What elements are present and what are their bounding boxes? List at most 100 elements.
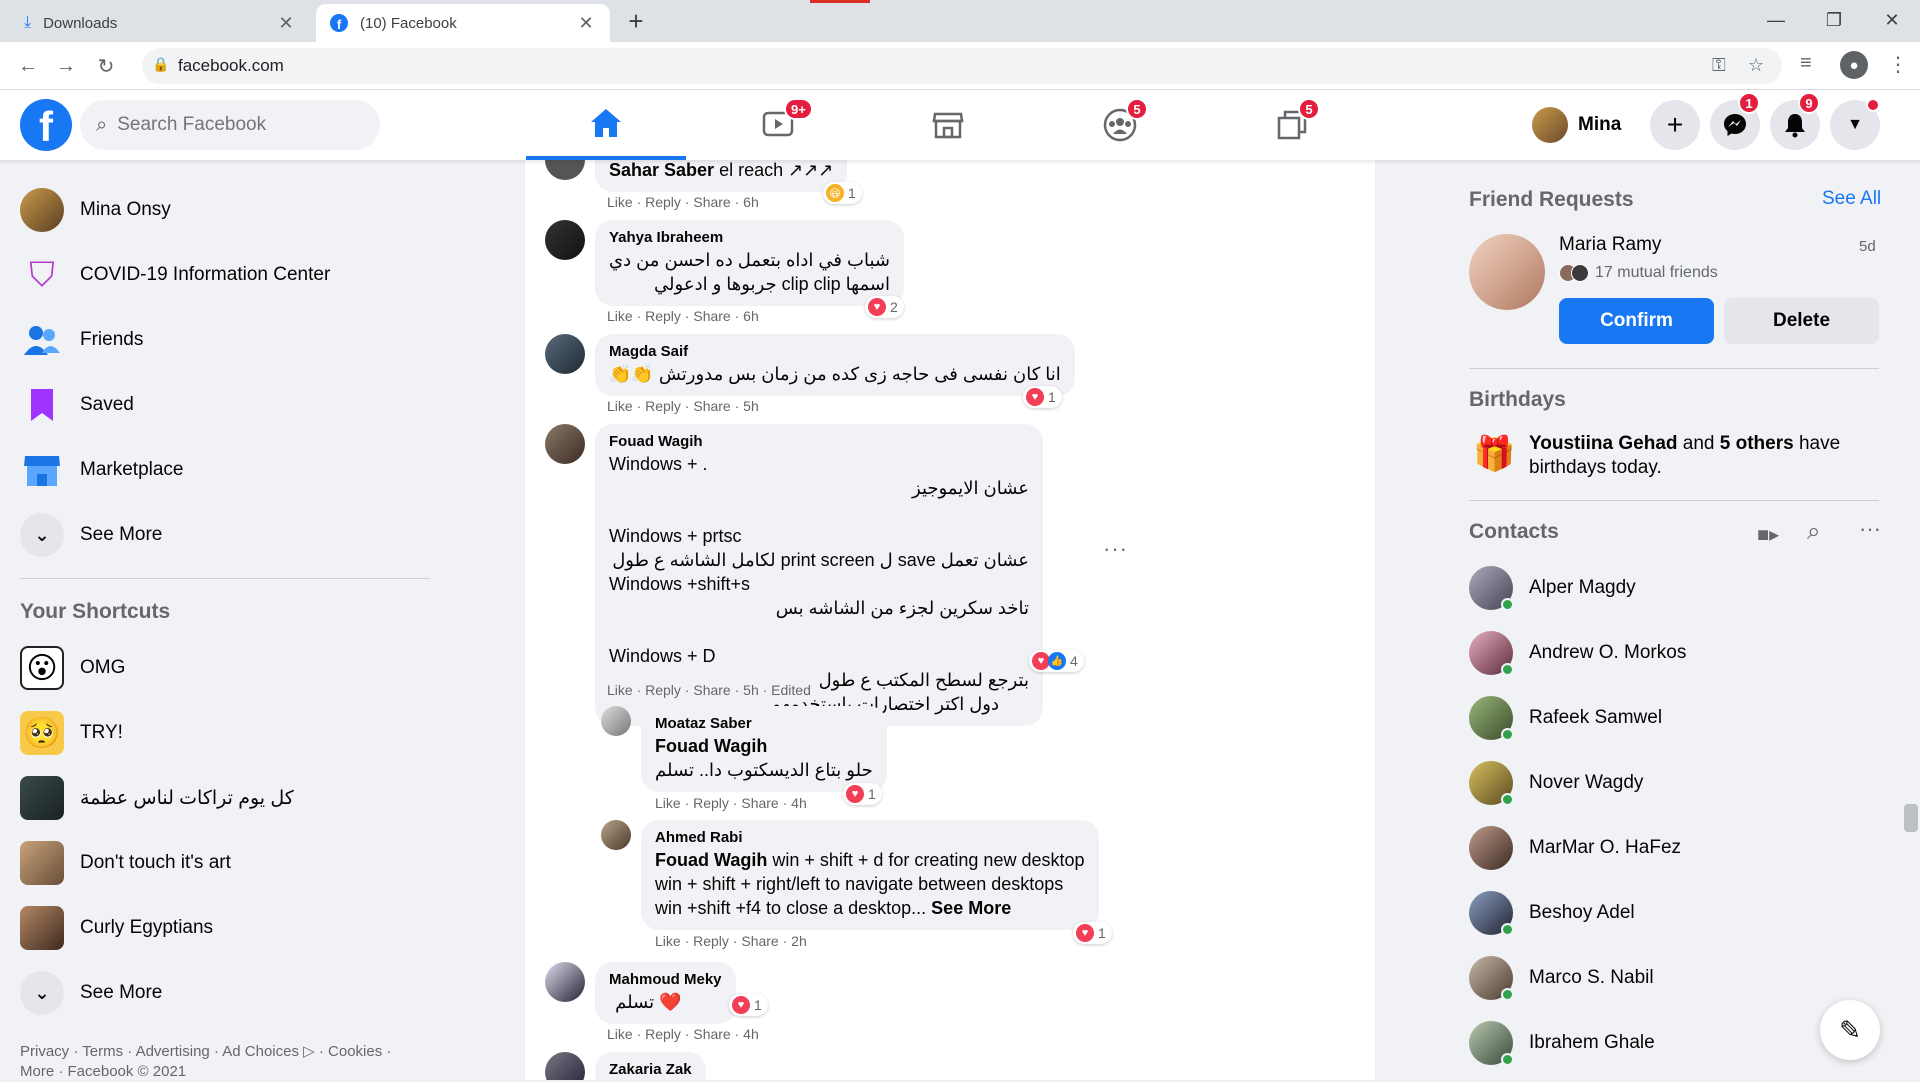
close-window-button[interactable]: ✕ bbox=[1864, 0, 1920, 40]
comment-author[interactable]: Magda Saif bbox=[609, 342, 1061, 362]
minimize-button[interactable]: — bbox=[1748, 0, 1804, 40]
contact-item[interactable]: Alper Magdy bbox=[1469, 560, 1636, 616]
comment-author[interactable]: Ahmed Rabi bbox=[655, 828, 1085, 848]
create-button[interactable]: + bbox=[1650, 100, 1700, 150]
comment-actions[interactable]: Like · Reply · Share · 2h bbox=[655, 933, 807, 949]
video-call-icon[interactable]: ■▸ bbox=[1757, 522, 1779, 547]
avatar[interactable] bbox=[545, 424, 585, 464]
avatar[interactable] bbox=[545, 962, 585, 1002]
see-more-link[interactable]: See More bbox=[931, 898, 1011, 918]
shortcuts-see-more-button[interactable]: ⌄ See More bbox=[20, 965, 162, 1021]
mutual-friends[interactable]: 17 mutual friends bbox=[1559, 264, 1718, 282]
comment-author[interactable]: Mahmoud Meky bbox=[609, 970, 722, 990]
reload-button[interactable]: ↻ bbox=[92, 52, 120, 80]
tab-facebook[interactable]: f (10) Facebook ✕ bbox=[316, 4, 610, 42]
reaction-count[interactable]: ♥ 1 bbox=[729, 994, 768, 1016]
footer-line[interactable]: More · Facebook © 2021 bbox=[20, 1062, 430, 1082]
comment-actions[interactable]: Like · Reply · Share · 5h bbox=[607, 398, 759, 414]
address-bar[interactable]: 🔒 facebook.com ⚿ ☆ bbox=[142, 48, 1782, 84]
comment-author[interactable]: Sahar Saber bbox=[609, 160, 714, 180]
delete-button[interactable]: Delete bbox=[1724, 298, 1879, 344]
search-icon[interactable]: ⌕ bbox=[1807, 518, 1820, 546]
contact-item[interactable]: Andrew O. Morkos bbox=[1469, 625, 1686, 681]
comment-actions[interactable]: Like · Reply · Share · 5h · Edited bbox=[607, 682, 811, 698]
contact-item[interactable]: Marco S. Nabil bbox=[1469, 950, 1654, 1006]
contact-item[interactable]: Ibrahem Ghale bbox=[1469, 1015, 1655, 1071]
reaction-count[interactable]: ♥ 👍 4 bbox=[1029, 650, 1084, 672]
scrollbar-thumb[interactable] bbox=[1904, 804, 1918, 832]
shortcut-item[interactable]: 🥺 TRY! bbox=[20, 705, 123, 761]
reaction-count[interactable]: ♥ 1 bbox=[1023, 386, 1062, 408]
notifications-button[interactable]: 9 bbox=[1770, 92, 1820, 150]
nav-groups[interactable]: 5 bbox=[1040, 90, 1200, 160]
birthday-text[interactable]: Youstiina Gehad and 5 others have birthd… bbox=[1529, 432, 1849, 480]
media-queue-icon[interactable]: ≡ bbox=[1800, 52, 1812, 75]
profile-icon[interactable]: ● bbox=[1840, 51, 1868, 79]
avatar[interactable] bbox=[601, 706, 631, 736]
restore-button[interactable]: ❐ bbox=[1806, 0, 1862, 40]
mention-tag[interactable]: Fouad Wagih bbox=[655, 734, 873, 758]
sidebar-item-saved[interactable]: Saved bbox=[20, 377, 134, 433]
contact-item[interactable]: MarMar O. HaFez bbox=[1469, 820, 1681, 876]
confirm-button[interactable]: Confirm bbox=[1559, 298, 1714, 344]
comment-actions[interactable]: Like · Reply · Share · 4h bbox=[607, 1026, 759, 1042]
avatar[interactable] bbox=[1469, 234, 1545, 310]
sidebar-item-marketplace[interactable]: Marketplace bbox=[20, 442, 184, 498]
contact-item[interactable]: Beshoy Adel bbox=[1469, 885, 1635, 941]
avatar[interactable] bbox=[545, 334, 585, 374]
search-input[interactable] bbox=[117, 114, 358, 136]
sidebar-item-covid[interactable]: ⛉ COVID-19 Information Center bbox=[20, 247, 330, 303]
shortcut-item[interactable]: 😮 OMG bbox=[20, 640, 125, 696]
comment-author[interactable]: Zakaria Zak bbox=[609, 1060, 692, 1080]
more-options-icon[interactable]: ··· bbox=[1103, 536, 1128, 562]
shortcut-item[interactable]: Don't touch it's art bbox=[20, 835, 231, 891]
comment-author[interactable]: Fouad Wagih bbox=[609, 432, 1029, 452]
comment-actions[interactable]: Like · Reply · Share · 6h bbox=[607, 194, 759, 210]
avatar[interactable] bbox=[545, 1052, 585, 1080]
reaction-count[interactable]: 😆 1 bbox=[823, 182, 862, 204]
forward-button[interactable]: → bbox=[52, 52, 80, 80]
nav-marketplace[interactable] bbox=[868, 90, 1028, 160]
avatar[interactable] bbox=[601, 820, 631, 850]
nav-home[interactable] bbox=[526, 90, 686, 160]
contact-item[interactable]: Nover Wagdy bbox=[1469, 755, 1643, 811]
footer-line[interactable]: Privacy · Terms · Advertising · Ad Choic… bbox=[20, 1042, 430, 1062]
new-tab-button[interactable]: + bbox=[620, 6, 652, 37]
page-scrollbar[interactable] bbox=[1902, 160, 1920, 1080]
sidebar-item-profile[interactable]: Mina Onsy bbox=[20, 182, 171, 238]
reaction-count[interactable]: ♥ 2 bbox=[865, 296, 904, 318]
facebook-logo-icon[interactable]: f bbox=[20, 99, 72, 151]
key-icon[interactable]: ⚿ bbox=[1712, 55, 1726, 76]
shortcut-item[interactable]: Curly Egyptians bbox=[20, 900, 213, 956]
tab-downloads[interactable]: ⤓ Downloads ✕ bbox=[10, 4, 310, 42]
search-box[interactable]: ⌕ bbox=[80, 100, 380, 150]
reaction-count[interactable]: ♥ 1 bbox=[843, 783, 882, 805]
comment-actions[interactable]: Like · Reply · Share · 6h bbox=[607, 308, 759, 324]
account-button[interactable]: ▼ bbox=[1830, 98, 1880, 150]
close-tab-icon[interactable]: ✕ bbox=[276, 13, 296, 34]
new-message-button[interactable]: ✎ bbox=[1820, 1000, 1880, 1060]
shortcut-item[interactable]: كل يوم تراكات لناس عظمة bbox=[20, 770, 294, 826]
mention-tag[interactable]: Fouad Wagih bbox=[655, 850, 767, 870]
comment-author[interactable]: Moataz Saber bbox=[655, 714, 873, 734]
nav-watch[interactable]: 9+ bbox=[698, 90, 858, 160]
sidebar-item-friends[interactable]: Friends bbox=[20, 312, 143, 368]
footer-links[interactable]: Privacy · Terms · Advertising · Ad Choic… bbox=[20, 1042, 430, 1082]
comment-author[interactable]: Yahya Ibraheem bbox=[609, 228, 890, 248]
close-tab-icon[interactable]: ✕ bbox=[576, 13, 596, 34]
more-options-icon[interactable]: ··· bbox=[1859, 516, 1881, 542]
avatar[interactable] bbox=[545, 220, 585, 260]
request-name[interactable]: Maria Ramy bbox=[1559, 234, 1661, 256]
nav-gaming[interactable]: 5 bbox=[1212, 90, 1372, 160]
back-button[interactable]: ← bbox=[14, 52, 42, 80]
see-all-link[interactable]: See All bbox=[1822, 188, 1881, 210]
comment-actions[interactable]: Like · Reply · Share · 4h bbox=[655, 795, 807, 811]
see-more-button[interactable]: ⌄ See More bbox=[20, 507, 162, 563]
profile-chip[interactable]: Mina bbox=[1532, 102, 1621, 148]
menu-icon[interactable]: ⋮ bbox=[1888, 52, 1908, 77]
messenger-button[interactable]: 1 bbox=[1710, 92, 1760, 150]
avatar[interactable] bbox=[545, 160, 585, 180]
star-icon[interactable]: ☆ bbox=[1748, 55, 1764, 76]
reaction-count[interactable]: ♥ 1 bbox=[1073, 922, 1112, 944]
contact-item[interactable]: Rafeek Samwel bbox=[1469, 690, 1662, 746]
